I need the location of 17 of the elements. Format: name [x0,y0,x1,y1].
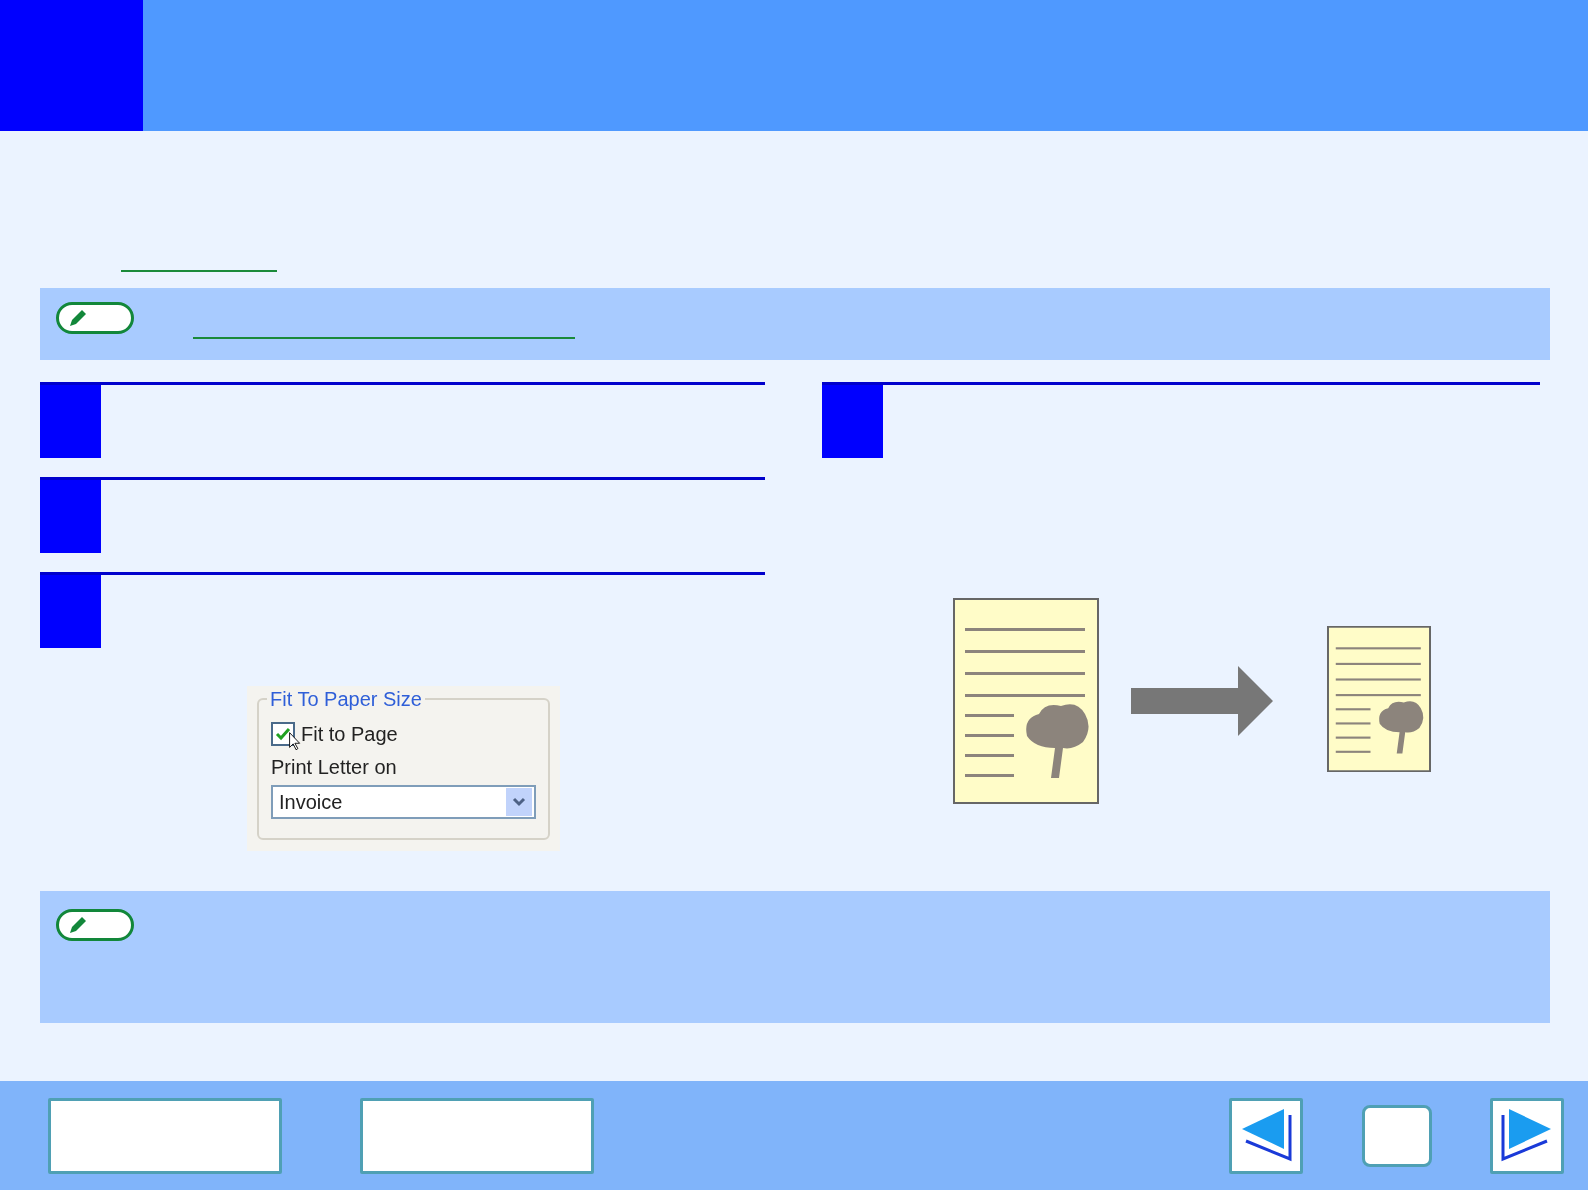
home-button[interactable] [1362,1104,1432,1167]
document-icon [953,598,1099,804]
select-label: Print Letter on [271,756,397,778]
cursor-icon [289,732,302,751]
checkbox-label[interactable]: Fit to Page [301,722,398,746]
check-icon [275,726,291,742]
dropdown[interactable]: Invoice [271,785,536,819]
nav-button[interactable] [360,1097,594,1174]
pencil-icon [67,307,89,329]
group-title: Fit To Paper Size [267,688,425,711]
chevron-down-icon [506,788,532,816]
previous-button[interactable] [1229,1097,1303,1174]
pencil-icon [67,914,89,936]
arrow-icon [1131,666,1273,736]
document-icon [1327,626,1431,772]
nav-button[interactable] [48,1097,282,1174]
next-button[interactable] [1490,1097,1564,1174]
